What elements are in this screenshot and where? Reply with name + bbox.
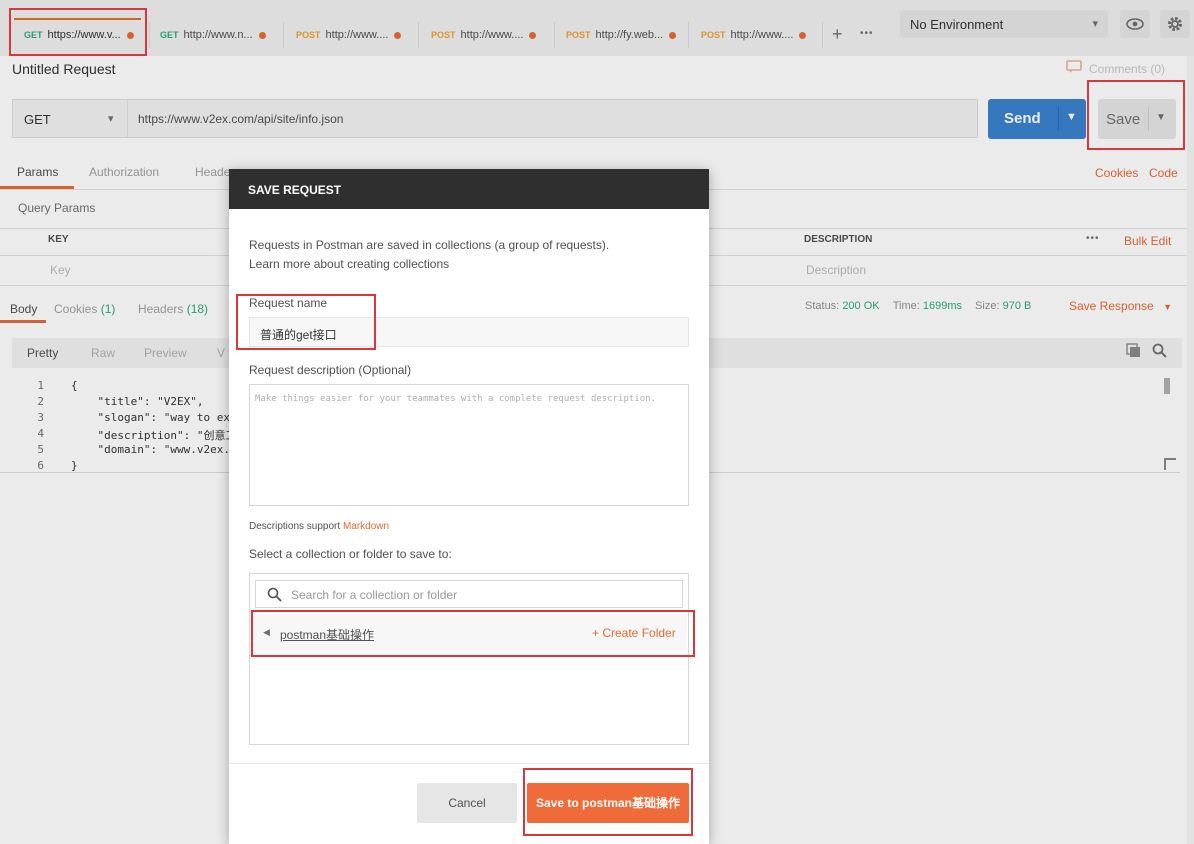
request-name-input[interactable]: 普通的get接口 bbox=[249, 317, 689, 347]
create-folder-button[interactable]: + Create Folder bbox=[592, 626, 676, 640]
markdown-link[interactable]: Markdown bbox=[343, 521, 389, 532]
learn-more-link[interactable]: Learn more about creating collections bbox=[249, 257, 449, 271]
save-to-collection-button[interactable]: Save to postman基础操作 bbox=[527, 783, 689, 823]
markdown-note-text: Descriptions support bbox=[249, 521, 343, 532]
caret-left-icon[interactable]: ◀ bbox=[263, 627, 270, 638]
modal-title: SAVE REQUEST bbox=[229, 169, 709, 209]
request-description-input[interactable]: Make things easier for your teammates wi… bbox=[249, 384, 689, 506]
collection-select-label: Select a collection or folder to save to… bbox=[249, 547, 452, 561]
save-request-modal: SAVE REQUEST Requests in Postman are sav… bbox=[229, 169, 709, 844]
cancel-button[interactable]: Cancel bbox=[417, 783, 517, 823]
collection-search-placeholder: Search for a collection or folder bbox=[291, 588, 458, 602]
modal-intro-text: Requests in Postman are saved in collect… bbox=[249, 238, 610, 252]
collection-item[interactable]: ◀ postman基础操作 + Create Folder bbox=[251, 615, 687, 651]
modal-footer-divider bbox=[229, 763, 709, 764]
markdown-note: Descriptions support Markdown bbox=[249, 521, 389, 532]
request-name-label: Request name bbox=[249, 296, 328, 310]
collection-name: postman基础操作 bbox=[280, 628, 375, 642]
search-icon bbox=[267, 587, 282, 602]
request-description-label: Request description (Optional) bbox=[249, 363, 412, 377]
collection-search-input[interactable]: Search for a collection or folder bbox=[255, 580, 683, 608]
